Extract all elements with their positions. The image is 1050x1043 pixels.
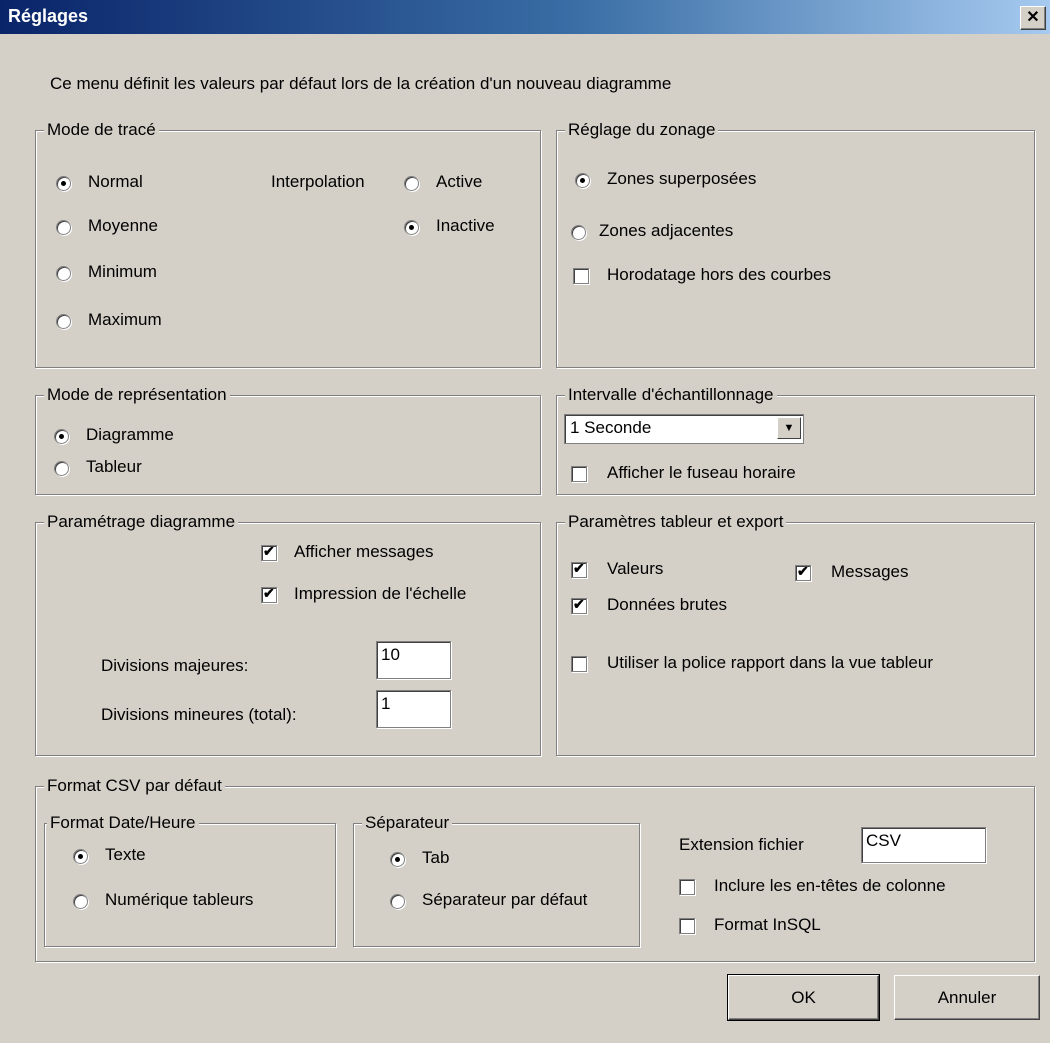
radio-diagramme-label: Diagramme — [86, 425, 174, 444]
radio-interpolation-active[interactable] — [404, 176, 419, 191]
intervalle-select[interactable]: 1 Seconde ▼ — [564, 414, 804, 444]
zonage-legend: Réglage du zonage — [565, 120, 719, 140]
mode-trace-group: Mode de tracé Normal Moyenne Minimum Max… — [35, 120, 541, 368]
radio-minimum-label: Minimum — [88, 262, 157, 281]
close-button[interactable]: ✕ — [1020, 6, 1046, 30]
interpolation-label: Interpolation — [271, 172, 365, 191]
radio-maximum-label: Maximum — [88, 310, 162, 329]
valeurs-label: Valeurs — [607, 559, 664, 578]
zonage-group: Réglage du zonage Zones superposées Zone… — [556, 120, 1035, 368]
parametrage-legend: Paramétrage diagramme — [44, 512, 239, 532]
horodatage-label: Horodatage hors des courbes — [607, 265, 831, 284]
messages-label: Messages — [831, 562, 909, 581]
donnees-brutes-checkbox[interactable] — [571, 596, 587, 614]
radio-zones-adjacentes-label: Zones adjacentes — [599, 221, 734, 240]
insql-checkbox[interactable] — [679, 918, 695, 934]
description-text: Ce menu définit les valeurs par défaut l… — [50, 74, 672, 93]
valeurs-checkbox[interactable] — [571, 560, 587, 578]
radio-tab-label: Tab — [422, 848, 450, 867]
radio-interpolation-active-label: Active — [436, 172, 483, 191]
police-rapport-checkbox[interactable] — [571, 656, 587, 672]
cancel-button[interactable]: Annuler — [894, 975, 1040, 1020]
radio-separateur-defaut-label: Séparateur par défaut — [422, 890, 588, 909]
fuseau-checkbox[interactable] — [571, 466, 587, 482]
separateur-legend: Séparateur — [362, 813, 453, 833]
radio-texte-label: Texte — [105, 845, 146, 864]
intervalle-value: 1 Seconde — [570, 418, 652, 437]
date-format-group: Format Date/Heure Texte Numérique tableu… — [44, 813, 336, 947]
extension-label: Extension fichier — [679, 835, 804, 854]
radio-moyenne-label: Moyenne — [88, 216, 158, 235]
date-format-legend: Format Date/Heure — [47, 813, 199, 833]
police-rapport-label: Utiliser la police rapport dans la vue t… — [607, 653, 934, 672]
divisions-majeures-input[interactable]: 10 — [376, 641, 451, 679]
settings-dialog: Réglages ✕ Ce menu définit les valeurs p… — [0, 0, 1050, 1043]
divisions-majeures-label: Divisions majeures: — [101, 656, 249, 675]
radio-interpolation-inactive-label: Inactive — [436, 216, 495, 235]
radio-diagramme[interactable] — [54, 429, 69, 444]
radio-tableur[interactable] — [54, 461, 69, 476]
separateur-group: Séparateur Tab Séparateur par défaut — [353, 813, 640, 947]
radio-zones-superposees[interactable] — [575, 173, 590, 188]
radio-interpolation-inactive[interactable] — [404, 220, 419, 235]
echantillonnage-group: Intervalle d'échantillonnage 1 Seconde ▼… — [556, 385, 1035, 495]
radio-minimum[interactable] — [56, 266, 71, 281]
parametrage-group: Paramétrage diagramme Afficher messages … — [35, 512, 541, 756]
csv-group: Format CSV par défaut Format Date/Heure … — [35, 776, 1035, 962]
afficher-messages-label: Afficher messages — [294, 542, 434, 561]
ok-button[interactable]: OK — [727, 974, 880, 1021]
representation-group: Mode de représentation Diagramme Tableur — [35, 385, 541, 495]
radio-zones-adjacentes[interactable] — [571, 225, 586, 240]
divisions-mineures-input[interactable]: 1 — [376, 690, 451, 728]
entetes-checkbox[interactable] — [679, 879, 695, 895]
radio-texte[interactable] — [73, 849, 88, 864]
radio-numerique-tableurs[interactable] — [73, 894, 88, 909]
csv-legend: Format CSV par défaut — [44, 776, 225, 796]
fuseau-label: Afficher le fuseau horaire — [607, 463, 796, 482]
radio-numerique-tableurs-label: Numérique tableurs — [105, 890, 254, 909]
radio-normal-label: Normal — [88, 172, 143, 191]
radio-moyenne[interactable] — [56, 220, 71, 235]
close-icon: ✕ — [1026, 9, 1040, 26]
radio-separateur-defaut[interactable] — [390, 894, 405, 909]
impression-echelle-checkbox[interactable] — [261, 585, 277, 603]
donnees-brutes-label: Données brutes — [607, 595, 728, 614]
radio-tab[interactable] — [390, 852, 405, 867]
afficher-messages-checkbox[interactable] — [261, 543, 277, 561]
extension-input[interactable]: CSV — [861, 827, 986, 863]
radio-maximum[interactable] — [56, 314, 71, 329]
title-bar[interactable]: Réglages ✕ — [0, 0, 1050, 34]
radio-zones-superposees-label: Zones superposées — [607, 169, 757, 188]
mode-trace-legend: Mode de tracé — [44, 120, 159, 140]
dropdown-arrow-icon[interactable]: ▼ — [777, 417, 801, 439]
tableur-export-group: Paramètres tableur et export Valeurs Mes… — [556, 512, 1035, 756]
entetes-label: Inclure les en-têtes de colonne — [714, 876, 946, 895]
radio-normal[interactable] — [56, 176, 71, 191]
tableur-export-legend: Paramètres tableur et export — [565, 512, 787, 532]
horodatage-checkbox[interactable] — [573, 268, 589, 284]
dialog-title: Réglages — [8, 6, 89, 26]
divisions-mineures-label: Divisions mineures (total): — [101, 705, 297, 724]
messages-checkbox[interactable] — [795, 563, 811, 581]
representation-legend: Mode de représentation — [44, 385, 230, 405]
radio-tableur-label: Tableur — [86, 457, 142, 476]
insql-label: Format InSQL — [714, 915, 821, 934]
echantillonnage-legend: Intervalle d'échantillonnage — [565, 385, 777, 405]
impression-echelle-label: Impression de l'échelle — [294, 584, 467, 603]
